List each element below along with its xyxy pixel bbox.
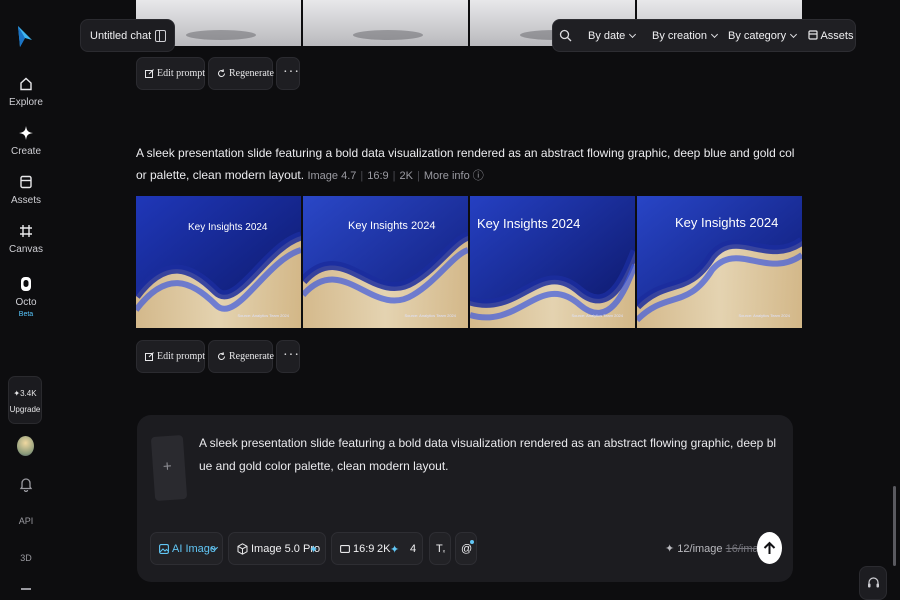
- sidebar-item-label: Explore: [9, 97, 43, 108]
- generated-image[interactable]: Key Insights 2024 Source: Analytics Team …: [303, 196, 468, 328]
- slide-title: Key Insights 2024: [675, 215, 779, 230]
- sidebar-item-explore[interactable]: Explore: [0, 76, 52, 108]
- api-link[interactable]: API: [0, 516, 52, 526]
- edit-prompt-button[interactable]: Edit prompt: [136, 340, 205, 373]
- sidebar-item-assets[interactable]: Assets: [0, 174, 52, 206]
- sidebar-item-label: Assets: [10, 195, 41, 206]
- support-button[interactable]: [859, 566, 887, 600]
- bell-icon: [19, 478, 33, 493]
- sparkle-icon: ✦: [309, 544, 319, 556]
- upgrade-label: Upgrade: [9, 405, 41, 414]
- generated-image[interactable]: Key Insights 2024 Source: Analytics Team …: [637, 196, 802, 328]
- slide-source: Source: Analytics Team 2024: [738, 313, 790, 318]
- sparkle-icon: ✦: [665, 543, 675, 555]
- hash-icon: [20, 225, 32, 237]
- slide-source: Source: Analytics Team 2024: [404, 313, 456, 318]
- filter-by-creation[interactable]: By creation: [652, 30, 719, 42]
- avatar[interactable]: [17, 436, 34, 456]
- slide-title: Key Insights 2024: [348, 220, 436, 232]
- more-options-button[interactable]: ···: [276, 57, 300, 90]
- generated-image[interactable]: Key Insights 2024 Source: Analytics Team …: [470, 196, 635, 328]
- sidebar-item-label: Create: [10, 146, 41, 157]
- regenerate-button[interactable]: Regenerate: [208, 340, 274, 373]
- sidebar-item-create[interactable]: Create: [0, 125, 52, 157]
- slide-source: Source: Analytics Team 2024: [571, 313, 623, 318]
- text-style-button[interactable]: Tₓ: [429, 532, 451, 565]
- mode-select[interactable]: AI Image: [150, 532, 223, 565]
- generated-image[interactable]: Key Insights 2024 Source: Analytics Team …: [136, 196, 301, 328]
- refresh-icon: [218, 352, 225, 360]
- sidebar: Explore Create Assets Canvas Octo Beta ✦…: [0, 0, 52, 600]
- notification-dot: [470, 540, 474, 544]
- sparkle-icon: ✦: [390, 544, 400, 556]
- headset-icon: [868, 577, 879, 588]
- home-icon: [20, 77, 32, 91]
- prompt-input[interactable]: A sleek presentation slide featuring a b…: [199, 432, 781, 478]
- slide-graphic: [303, 196, 468, 328]
- generated-image-thumb[interactable]: [303, 0, 468, 46]
- at-icon: @: [461, 543, 473, 555]
- slide-title: Key Insights 2024: [188, 222, 268, 233]
- sparkle-icon: [19, 126, 33, 140]
- aspect-ratio-icon: [340, 545, 350, 553]
- model-select[interactable]: Image 5.0 Pro ✦: [228, 532, 326, 565]
- search-icon[interactable]: [559, 29, 572, 42]
- slide-graphic: [136, 196, 301, 328]
- cube-icon: [237, 543, 248, 555]
- chevron-down-icon: [790, 30, 798, 39]
- side-panel-icon[interactable]: [155, 30, 166, 42]
- image-icon: [159, 544, 169, 554]
- filter-bar: By date By creation By category Assets: [552, 19, 856, 52]
- octo-icon: [21, 277, 31, 291]
- result-prompt: A sleek presentation slide featuring a b…: [136, 142, 800, 187]
- sidebar-item-label: Octo: [15, 297, 37, 308]
- resolution-label: 2K: [399, 170, 413, 182]
- model-label: Image 4.7: [307, 170, 357, 182]
- add-reference-image-button[interactable]: +: [150, 434, 188, 502]
- ratio-label: 16:9: [367, 170, 389, 182]
- prompt-composer: + A sleek presentation slide featuring a…: [137, 415, 793, 582]
- upgrade-button[interactable]: ✦3.4K Upgrade: [8, 376, 42, 424]
- notifications-button[interactable]: [0, 476, 52, 494]
- folder-icon: [808, 30, 818, 40]
- sidebar-item-label: Canvas: [9, 244, 43, 255]
- result-meta: Image 4.7 | 16:9 | 2K | More info ⓘ: [307, 170, 484, 182]
- chat-title: Untitled chat: [90, 30, 152, 42]
- cost-label: ✦ 12/image 16/image: [665, 543, 771, 555]
- app-logo-icon[interactable]: [14, 25, 36, 49]
- mention-button[interactable]: @: [455, 532, 477, 565]
- assets-button[interactable]: Assets: [808, 30, 853, 42]
- sidebar-item-canvas[interactable]: Canvas: [0, 223, 52, 255]
- 3d-link[interactable]: 3D: [0, 553, 52, 563]
- edit-prompt-button[interactable]: Edit prompt: [136, 57, 205, 90]
- chat-title-bar[interactable]: Untitled chat: [80, 19, 175, 52]
- edit-icon: [145, 352, 154, 361]
- plus-icon: +: [162, 457, 173, 476]
- sidebar-item-octo[interactable]: Octo Beta: [0, 276, 52, 319]
- scrollbar[interactable]: [893, 486, 896, 566]
- refresh-icon: [218, 69, 225, 77]
- edit-icon: [145, 69, 154, 78]
- settings-select[interactable]: 16:9 2K ✦ 4: [331, 532, 423, 565]
- text-icon: Tₓ: [436, 543, 446, 555]
- chevron-down-icon: [710, 30, 719, 39]
- arrow-up-icon: [763, 541, 776, 554]
- menu-icon[interactable]: [0, 588, 52, 590]
- filter-by-date[interactable]: By date: [588, 30, 637, 42]
- send-button[interactable]: [757, 532, 782, 564]
- chevron-down-icon: [629, 30, 637, 39]
- beta-badge: Beta: [18, 311, 34, 318]
- regenerate-button[interactable]: Regenerate: [208, 57, 274, 90]
- credits-count: 3.4K: [20, 389, 37, 398]
- more-info-link[interactable]: More info ⓘ: [424, 170, 484, 182]
- folder-icon: [20, 175, 32, 189]
- slide-source: Source: Analytics Team 2024: [237, 313, 289, 318]
- slide-title: Key Insights 2024: [477, 216, 581, 231]
- more-options-button[interactable]: ···: [276, 340, 300, 373]
- info-icon: ⓘ: [472, 170, 484, 182]
- filter-by-category[interactable]: By category: [728, 30, 798, 42]
